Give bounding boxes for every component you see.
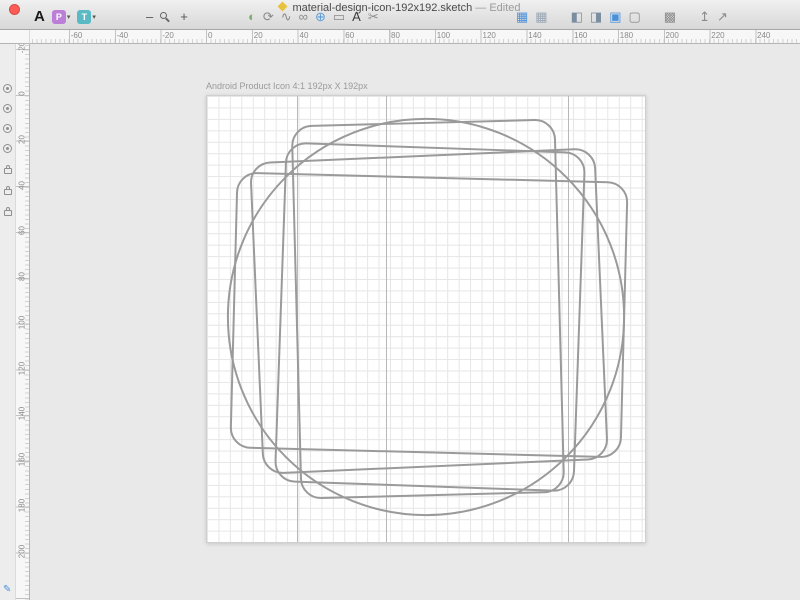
- h-ruler-label: 60: [345, 31, 354, 40]
- link-icon[interactable]: ∞: [299, 9, 308, 25]
- zoom-tool-button[interactable]: [160, 11, 173, 24]
- visibility-toggle-icon[interactable]: [3, 124, 12, 133]
- window-titlebar: material-design-icon-192x192.sketch — Ed…: [0, 0, 800, 30]
- h-ruler-label: 220: [711, 31, 724, 40]
- toolbar-group-zoom: –+: [146, 8, 188, 26]
- move-forward-icon[interactable]: ◨: [590, 9, 602, 25]
- h-ruler-label: 20: [254, 31, 263, 40]
- v-ruler-label: 200: [18, 544, 27, 558]
- ruler-corner: [0, 30, 30, 44]
- edit-pencil-icon[interactable]: ✎: [3, 584, 11, 595]
- v-ruler-label: 20: [18, 132, 27, 146]
- h-ruler-label: 140: [528, 31, 541, 40]
- grid-toggle-icon[interactable]: ▦: [516, 9, 528, 25]
- scissors-icon[interactable]: ✂: [368, 9, 379, 25]
- t-swatch-button[interactable]: T▾: [77, 10, 96, 24]
- layer-strip: ✎: [0, 44, 16, 600]
- h-ruler-label: -40: [117, 31, 129, 40]
- toolbar-group-right: ▦ ▦ ◧ ◨ ▣ ▢ ▩ ↥ ↗: [516, 8, 728, 26]
- canvas[interactable]: Android Product Icon 4:1 192px X 192px: [30, 44, 800, 600]
- export-icon[interactable]: ↥: [699, 9, 710, 25]
- visibility-toggle-icon[interactable]: [3, 84, 12, 93]
- flatten-icon[interactable]: ∿: [281, 9, 292, 25]
- keyline-shapes: [207, 96, 645, 542]
- t-swatch-button-swatch: T: [77, 10, 91, 24]
- v-ruler-label: 140: [18, 407, 27, 421]
- bring-to-front-icon[interactable]: ▣: [609, 9, 621, 25]
- lock-toggle-icon[interactable]: [4, 168, 12, 174]
- artboard-label[interactable]: Android Product Icon 4:1 192px X 192px: [206, 81, 368, 91]
- crop-icon[interactable]: ▭: [333, 9, 345, 25]
- toolbar-group-left: AP▾T▾: [34, 8, 96, 26]
- v-ruler-label: 40: [18, 178, 27, 192]
- visibility-toggle-icon[interactable]: [3, 144, 12, 153]
- vertical-ruler[interactable]: -20 0 20 40 60 80 100 120 140 160 180 200: [16, 44, 30, 600]
- v-ruler-label: 80: [18, 270, 27, 284]
- h-ruler-label: 80: [391, 31, 400, 40]
- rotate-icon[interactable]: ⟳: [263, 9, 274, 25]
- h-ruler-label: 180: [620, 31, 633, 40]
- p-swatch-button-swatch: P: [52, 10, 66, 24]
- keyline-rect[interactable]: [230, 173, 627, 458]
- zoom-out-button[interactable]: –: [146, 10, 153, 24]
- h-ruler-label: -60: [71, 31, 83, 40]
- v-ruler-label: 60: [18, 224, 27, 238]
- v-ruler-label: 180: [18, 498, 27, 512]
- h-ruler-label: 0: [208, 31, 212, 40]
- artboard[interactable]: [206, 95, 646, 543]
- share-icon[interactable]: ↗: [717, 9, 728, 25]
- text-icon[interactable]: A: [352, 9, 361, 25]
- keyline-rect[interactable]: [292, 120, 564, 499]
- style-a-button[interactable]: A: [34, 9, 45, 25]
- group-icon[interactable]: ▩: [664, 9, 676, 25]
- h-ruler-label: 100: [437, 31, 450, 40]
- v-ruler-label: 160: [18, 453, 27, 467]
- mask-icon[interactable]: ◐: [248, 9, 256, 25]
- v-ruler-label: 0: [18, 87, 27, 101]
- h-ruler-label: 120: [483, 31, 496, 40]
- globe-icon[interactable]: ⊕: [315, 9, 326, 25]
- h-ruler-label: 160: [574, 31, 587, 40]
- h-ruler-label: 240: [757, 31, 770, 40]
- keyline-rect[interactable]: [275, 143, 585, 492]
- dropdown-caret-icon: ▾: [67, 13, 71, 21]
- horizontal-ruler[interactable]: -60 -40 -20 0 20 40 60 80 100 120 140 160 180 200 220 2…: [30, 30, 800, 44]
- lock-toggle-icon[interactable]: [4, 189, 12, 195]
- v-ruler-label: -20: [18, 44, 27, 55]
- p-swatch-button[interactable]: P▾: [52, 10, 71, 24]
- send-to-back-icon[interactable]: ▢: [628, 9, 640, 25]
- lock-toggle-icon[interactable]: [4, 210, 12, 216]
- dropdown-caret-icon: ▾: [92, 13, 96, 21]
- visibility-toggle-icon[interactable]: [3, 104, 12, 113]
- v-ruler-label: 120: [18, 361, 27, 375]
- zoom-in-button[interactable]: +: [180, 10, 188, 24]
- toolbar-group-center: ◐ ⟳ ∿ ∞ ⊕ ▭ A ✂: [248, 8, 379, 26]
- v-ruler-label: 100: [18, 315, 27, 329]
- layout-toggle-icon[interactable]: ▦: [535, 9, 547, 25]
- h-ruler-label: -20: [162, 31, 174, 40]
- document-state: — Edited: [475, 2, 520, 14]
- move-backward-icon[interactable]: ◧: [571, 9, 583, 25]
- h-ruler-label: 200: [666, 31, 679, 40]
- keyline-rect[interactable]: [250, 148, 608, 473]
- h-ruler-label: 40: [300, 31, 309, 40]
